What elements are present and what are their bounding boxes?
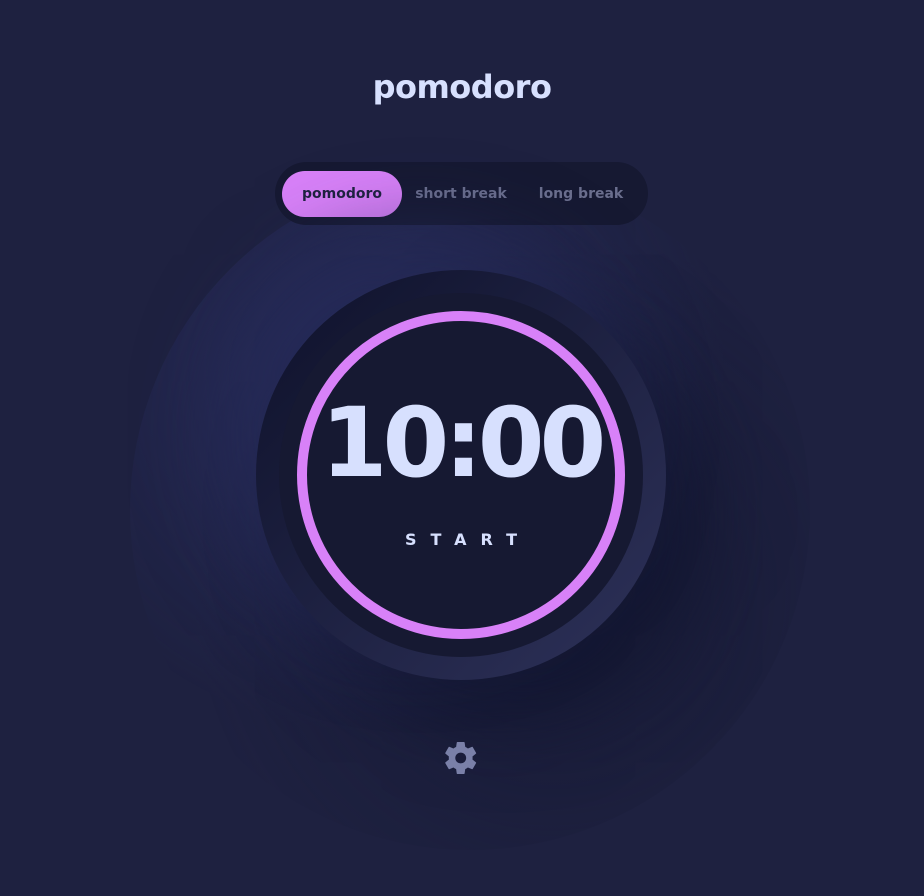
tab-short-break[interactable]: short break	[401, 171, 521, 217]
tab-long-break[interactable]: long break	[521, 171, 641, 217]
start-button[interactable]: START	[256, 530, 666, 549]
app-title: pomodoro	[372, 68, 552, 106]
gear-icon	[445, 742, 477, 774]
settings-button[interactable]	[445, 742, 477, 774]
mode-selector: pomodoro short break long break	[275, 162, 648, 225]
timer-display: 10:00	[320, 387, 607, 499]
timer-dial: 10:00 START	[256, 270, 666, 680]
tab-pomodoro[interactable]: pomodoro	[282, 171, 402, 217]
